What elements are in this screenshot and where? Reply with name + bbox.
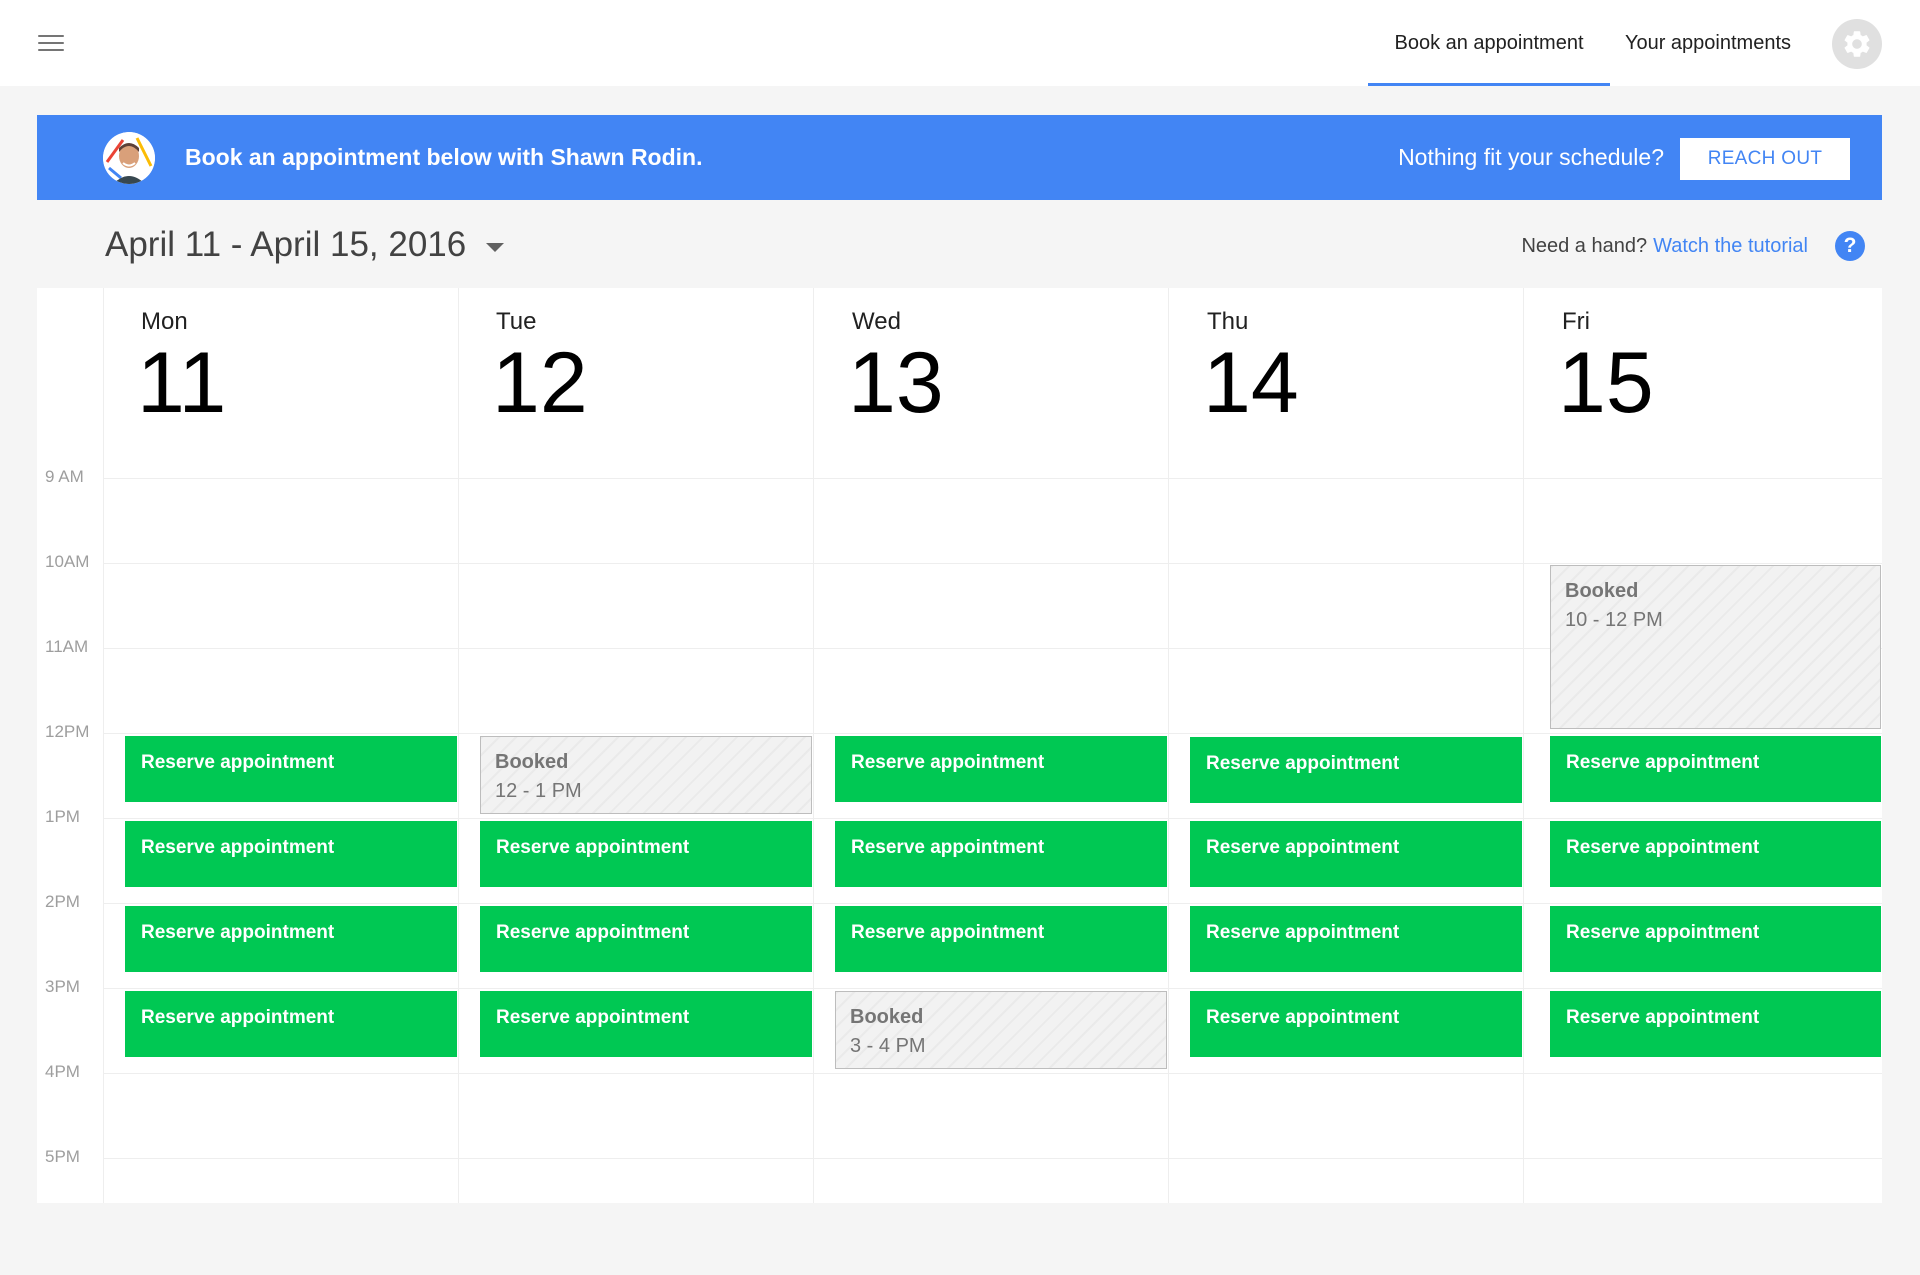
reserve-appointment-button[interactable]: Reserve appointment [1550, 991, 1881, 1057]
active-tab-indicator [1368, 83, 1610, 86]
time-label: 9 AM [45, 467, 84, 486]
booked-label: Booked [850, 1006, 924, 1028]
column-divider [813, 288, 814, 1203]
reserve-appointment-button[interactable]: Reserve appointment [1190, 991, 1522, 1057]
reserve-appointment-button[interactable]: Reserve appointment [835, 906, 1167, 972]
hour-gridline [103, 818, 1882, 819]
reserve-appointment-button[interactable]: Reserve appointment [1550, 821, 1881, 887]
help-icon[interactable]: ? [1835, 231, 1865, 261]
column-divider [1523, 288, 1524, 1203]
caret-down-icon [486, 242, 505, 252]
reserve-appointment-button[interactable]: Reserve appointment [835, 821, 1167, 887]
reserve-appointment-button[interactable]: Reserve appointment [480, 991, 812, 1057]
day-number: 12 [492, 335, 588, 431]
day-name: Wed [852, 308, 901, 335]
time-label: 2PM [45, 892, 80, 911]
reserve-appointment-button[interactable]: Reserve appointment [125, 821, 457, 887]
day-number: 13 [848, 335, 944, 431]
booked-slot: Booked 3 - 4 PM [835, 991, 1167, 1069]
time-label: 4PM [45, 1062, 80, 1081]
booked-label: Booked [1565, 580, 1639, 602]
reserve-appointment-button[interactable]: Reserve appointment [480, 906, 812, 972]
hour-gridline [103, 563, 1882, 564]
date-range-selector[interactable]: April 11 - April 15, 2016 [105, 220, 505, 270]
day-header-fri: Fri 15 [1558, 308, 1654, 426]
reserve-appointment-button[interactable]: Reserve appointment [1550, 906, 1881, 972]
tab-book-appointment[interactable]: Book an appointment [1368, 0, 1610, 86]
reserve-appointment-button[interactable]: Reserve appointment [1190, 906, 1522, 972]
day-name: Thu [1207, 308, 1249, 335]
hour-gridline [103, 1158, 1882, 1159]
booking-banner: Book an appointment below with Shawn Rod… [37, 115, 1882, 200]
reserve-appointment-button[interactable]: Reserve appointment [480, 821, 812, 887]
tab-book-appointment-label: Book an appointment [1394, 31, 1584, 54]
reserve-appointment-button[interactable]: Reserve appointment [1550, 736, 1881, 802]
time-label: 3PM [45, 977, 80, 996]
booked-time: 10 - 12 PM [1565, 609, 1663, 631]
tab-your-appointments-label: Your appointments [1624, 31, 1792, 54]
reserve-appointment-button[interactable]: Reserve appointment [1190, 737, 1522, 803]
watch-tutorial-link[interactable]: Watch the tutorial [1653, 235, 1808, 258]
day-number: 15 [1558, 335, 1654, 431]
week-calendar: 9 AM 10AM 11AM 12PM 1PM 2PM 3PM 4PM 5PM … [37, 288, 1882, 1203]
gear-icon [1844, 31, 1870, 57]
hour-gridline [103, 903, 1882, 904]
booked-time: 3 - 4 PM [850, 1035, 926, 1057]
reserve-appointment-button[interactable]: Reserve appointment [125, 991, 457, 1057]
booked-slot: Booked 12 - 1 PM [480, 736, 812, 814]
time-label: 12PM [45, 722, 90, 741]
avatar [103, 132, 155, 184]
reach-out-button[interactable]: REACH OUT [1680, 138, 1850, 180]
reserve-appointment-button[interactable]: Reserve appointment [1190, 821, 1522, 887]
booked-time: 12 - 1 PM [495, 780, 582, 802]
day-header-wed: Wed 13 [848, 308, 944, 426]
banner-question: Nothing fit your schedule? [1398, 144, 1664, 170]
hamburger-menu-icon[interactable] [36, 33, 66, 55]
time-label: 5PM [45, 1147, 80, 1166]
time-label: 1PM [45, 807, 80, 826]
day-number: 11 [137, 335, 227, 431]
time-label: 10AM [45, 552, 90, 571]
day-header-mon: Mon 11 [137, 308, 226, 426]
help-text: Need a hand? Watch the tutorial [1521, 228, 1808, 264]
tab-your-appointments[interactable]: Your appointments [1610, 0, 1806, 86]
column-divider [458, 288, 459, 1203]
hour-gridline [103, 733, 1882, 734]
time-label: 11AM [45, 637, 89, 656]
day-header-thu: Thu 14 [1203, 308, 1299, 426]
reserve-appointment-button[interactable]: Reserve appointment [125, 736, 457, 802]
help-prefix: Need a hand? [1521, 234, 1648, 257]
day-name: Mon [141, 308, 188, 335]
banner-title: Book an appointment below with Shawn Rod… [185, 144, 703, 170]
hour-gridline [103, 478, 1882, 479]
hour-gridline [103, 1073, 1882, 1074]
booked-label: Booked [495, 751, 569, 773]
settings-button[interactable] [1832, 19, 1882, 69]
day-header-tue: Tue 12 [492, 308, 588, 426]
reserve-appointment-button[interactable]: Reserve appointment [835, 736, 1167, 802]
booked-slot: Booked 10 - 12 PM [1550, 565, 1881, 729]
day-name: Fri [1562, 308, 1590, 335]
reserve-appointment-button[interactable]: Reserve appointment [125, 906, 457, 972]
top-app-bar: Book an appointment Your appointments [0, 0, 1920, 86]
column-divider [103, 288, 104, 1203]
day-name: Tue [496, 308, 537, 335]
date-range-label: April 11 - April 15, 2016 [105, 225, 467, 264]
column-divider [1168, 288, 1169, 1203]
day-number: 14 [1203, 335, 1299, 431]
hour-gridline [103, 988, 1882, 989]
